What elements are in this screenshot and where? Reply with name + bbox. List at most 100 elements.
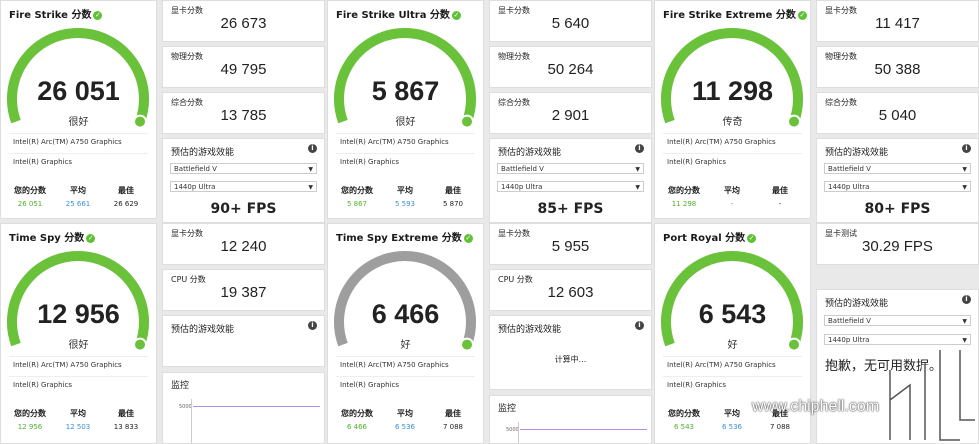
score-rating: 很好 (395, 117, 416, 128)
info-icon[interactable]: i (308, 144, 317, 153)
score-title-text: Time Spy Extreme 分数 (336, 233, 462, 244)
gpu-name: Intel(R) Arc(TM) A750 Graphics (663, 133, 802, 149)
stat-best: 最佳 13 833 (102, 408, 150, 431)
score-rating: 好 (400, 340, 411, 351)
sub-score: 综合分数 2 901 (489, 92, 652, 134)
stat-you: 您的分数 11 298 (660, 185, 708, 208)
score-card: Fire Strike Extreme 分数 ✓ 11 298 传奇 Intel(R) … (654, 0, 811, 219)
monitor-panel: 监控 5000 (489, 395, 652, 444)
resolution-select-value: 1440p Ultra (828, 336, 870, 344)
stat-you: 您的分数 5 867 (333, 185, 381, 208)
score-card: Time Spy 分数 ✓ 12 956 很好 Intel(R) Arc(TM) A75… (0, 223, 157, 444)
monitor-axis-line (518, 422, 519, 443)
score-rating: 传奇 (722, 117, 743, 128)
stat-avg: 平均 25 661 (54, 185, 102, 208)
watermark: www.chiphell.com (752, 398, 880, 415)
chevron-down-icon: ▼ (635, 166, 640, 173)
score-title: Fire Strike Ultra 分数 ✓ (336, 6, 461, 21)
estimated-perf-title: 预估的游戏效能 (825, 148, 889, 158)
chevron-down-icon: ▼ (962, 318, 967, 325)
stat-you-value: 5 867 (346, 200, 368, 208)
gpu-name-2: Intel(R) Graphics (336, 376, 475, 392)
sub-score-value: 11 417 (875, 15, 920, 32)
check-icon: ✓ (463, 234, 473, 243)
stat-best-label: 最佳 (118, 409, 134, 418)
sub-score-value: 30.29 FPS (862, 238, 933, 255)
estimated-perf-title: 预估的游戏效能 (171, 325, 235, 335)
sub-score: 显卡分数 26 673 (162, 0, 325, 42)
stat-best-value: 5 870 (442, 200, 464, 208)
chevron-down-icon: ▼ (962, 166, 967, 173)
watermark-logo (886, 350, 975, 444)
estimated-perf-panel: 预估的游戏效能 i Battlefield V ▼ 1440p Ultra ▼ 85+ FP… (489, 138, 652, 223)
info-icon[interactable]: i (635, 321, 644, 330)
sub-score: 物理分数 50 264 (489, 46, 652, 88)
chevron-down-icon: ▼ (962, 184, 967, 191)
game-select[interactable]: Battlefield V ▼ (824, 315, 971, 326)
estimated-perf-title: 预估的游戏效能 (498, 148, 562, 158)
gpu-name-2: Intel(R) Graphics (9, 376, 148, 392)
chevron-down-icon: ▼ (635, 184, 640, 191)
resolution-select[interactable]: 1440p Ultra ▼ (170, 181, 317, 192)
resolution-select[interactable]: 1440p Ultra ▼ (824, 181, 971, 192)
score-value: 26 051 (37, 76, 120, 106)
score-title: Time Spy Extreme 分数 ✓ (336, 229, 473, 244)
stat-avg-value: 6 536 (721, 423, 743, 431)
game-select[interactable]: Battlefield V ▼ (824, 163, 971, 174)
monitor-axis-tick: 5000 (179, 404, 192, 410)
gpu-name: Intel(R) Arc(TM) A750 Graphics (663, 356, 802, 372)
resolution-select-value: 1440p Ultra (174, 183, 216, 191)
resolution-select[interactable]: 1440p Ultra ▼ (497, 181, 644, 192)
score-value: 6 466 (371, 299, 440, 329)
stat-avg-label: 平均 (70, 409, 86, 418)
monitor-axis-line (191, 399, 192, 443)
stat-avg-label: 平均 (724, 186, 740, 195)
score-title-text: Fire Strike Extreme 分数 (663, 10, 796, 21)
sub-score: 物理分数 50 388 (816, 46, 979, 88)
sub-score-value: 2 901 (551, 107, 590, 124)
monitor-panel: 监控 5000 (162, 372, 325, 444)
monitor-axis-tick: 5000 (506, 427, 519, 433)
info-icon[interactable]: i (308, 321, 317, 330)
sub-score-value: 5 955 (551, 238, 590, 255)
info-icon[interactable]: i (962, 144, 971, 153)
stat-you: 您的分数 12 956 (6, 408, 54, 431)
resolution-select-value: 1440p Ultra (501, 183, 543, 191)
stat-avg: 平均 5 593 (381, 185, 429, 208)
stat-avg-label: 平均 (397, 409, 413, 418)
check-icon: ✓ (747, 234, 757, 243)
stat-you-value: 6 466 (346, 423, 368, 431)
check-icon: ✓ (86, 234, 96, 243)
stat-best: 最佳 5 870 (429, 185, 477, 208)
sub-score-value: 19 387 (220, 284, 267, 301)
stat-best: 最佳 26 629 (102, 185, 150, 208)
estimated-perf-panel: 预估的游戏效能 i (162, 315, 325, 367)
stat-you-label: 您的分数 (14, 186, 46, 195)
estimated-perf-panel: 预估的游戏效能 i Battlefield V ▼ 1440p Ultra ▼ 90+ FP… (162, 138, 325, 223)
stat-you-value: 26 051 (17, 200, 43, 208)
score-card: Fire Strike 分数 ✓ 26 051 很好 Intel(R) Arc(TM) … (0, 0, 157, 219)
fps-estimate: 85+ FPS (537, 201, 604, 217)
info-icon[interactable]: i (635, 144, 644, 153)
game-select[interactable]: Battlefield V ▼ (497, 163, 644, 174)
game-select-value: Battlefield V (828, 317, 871, 325)
gpu-name-2: Intel(R) Graphics (336, 153, 475, 169)
score-value: 11 298 (691, 76, 774, 106)
info-icon[interactable]: i (962, 295, 971, 304)
score-title-text: Fire Strike Ultra 分数 (336, 10, 450, 21)
estimated-perf-title: 预估的游戏效能 (825, 299, 889, 309)
fps-estimate: 90+ FPS (210, 201, 277, 217)
sub-score: 显卡分数 5 640 (489, 0, 652, 42)
estimated-perf-panel: 预估的游戏效能 i 计算中... (489, 315, 652, 390)
check-icon: ✓ (93, 11, 103, 20)
gpu-name-2: Intel(R) Graphics (663, 376, 802, 392)
stat-you-label: 您的分数 (668, 186, 700, 195)
score-title-text: Fire Strike 分数 (9, 10, 92, 21)
stat-you-label: 您的分数 (341, 409, 373, 418)
sub-score-value: 50 388 (874, 61, 921, 78)
stat-you-value: 6 543 (673, 423, 695, 431)
stat-best-label: 最佳 (445, 409, 461, 418)
stat-you: 您的分数 6 466 (333, 408, 381, 431)
game-select[interactable]: Battlefield V ▼ (170, 163, 317, 174)
score-title: Port Royal 分数 ✓ (663, 229, 757, 244)
